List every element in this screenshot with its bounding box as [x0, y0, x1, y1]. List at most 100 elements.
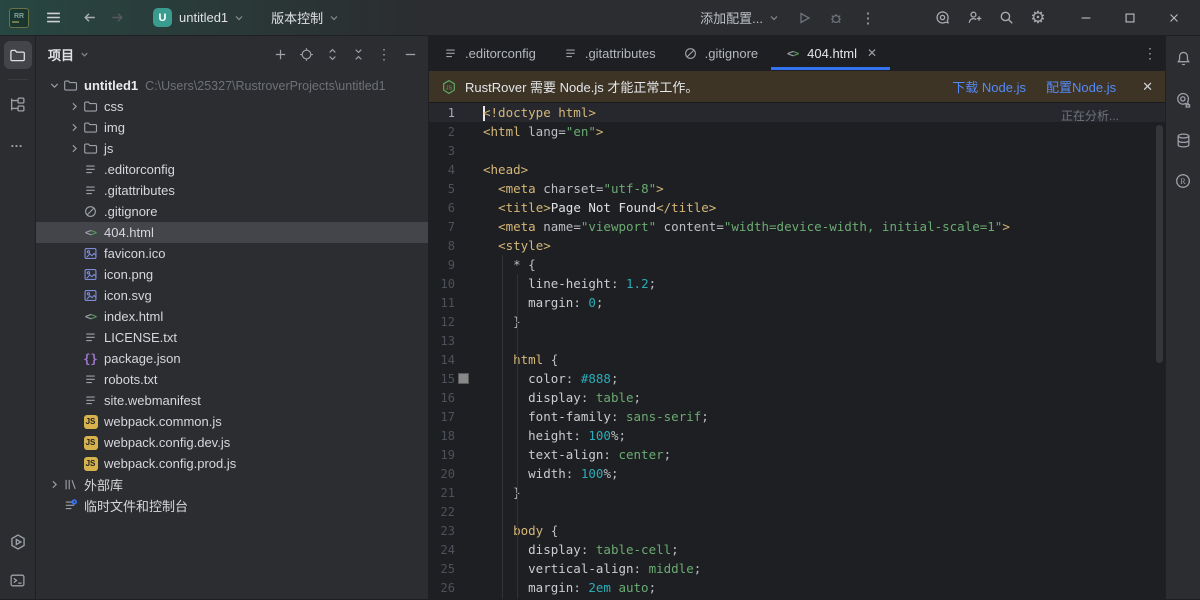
tree-item-index.html[interactable]: <>index.html [36, 306, 428, 327]
chevron-down-icon[interactable] [46, 79, 62, 92]
close-icon[interactable] [1154, 3, 1194, 33]
configure-nodejs-link[interactable]: 配置Node.js [1046, 77, 1116, 96]
tree-item-label: css [104, 99, 124, 114]
code-line-5[interactable]: 5 <meta charset="utf-8"> [429, 179, 1165, 198]
code-editor[interactable]: 1<!doctype html>2<html lang="en">34<head… [429, 103, 1165, 599]
rustrover-logo-icon[interactable]: RR [9, 8, 29, 28]
tree-item-webpack.common.js[interactable]: JSwebpack.common.js [36, 411, 428, 432]
code-line-25[interactable]: 25 vertical-align: middle; [429, 559, 1165, 578]
code-line-7[interactable]: 7 <meta name="viewport" content="width=d… [429, 217, 1165, 236]
code-line-13[interactable]: 13 [429, 331, 1165, 350]
tab-list-more-icon[interactable]: ⋮ [1135, 36, 1165, 70]
tree-item-webpack.config.dev.js[interactable]: JSwebpack.config.dev.js [36, 432, 428, 453]
plus-icon[interactable] [268, 43, 292, 67]
editor-tab-.gitignore[interactable]: .gitignore [669, 36, 771, 70]
tree-item-临时文件和控制台[interactable]: 临时文件和控制台 [36, 495, 428, 516]
code-line-1[interactable]: 1<!doctype html> [429, 103, 1165, 122]
project-panel-title[interactable]: 项目 [48, 45, 74, 64]
code-line-12[interactable]: 12 } [429, 312, 1165, 331]
code-line-23[interactable]: 23 body { [429, 521, 1165, 540]
maximize-icon[interactable] [1110, 3, 1150, 33]
code-line-10[interactable]: 10 line-height: 1.2; [429, 274, 1165, 293]
main-menu-icon[interactable] [39, 4, 67, 32]
forward-icon[interactable] [103, 4, 131, 32]
collapse-all-icon[interactable] [346, 43, 370, 67]
code-line-18[interactable]: 18 height: 100%; [429, 426, 1165, 445]
tree-item-.editorconfig[interactable]: .editorconfig [36, 159, 428, 180]
more-actions-icon[interactable]: ⋮ [854, 4, 882, 32]
code-line-3[interactable]: 3 [429, 141, 1165, 160]
search-icon[interactable] [992, 4, 1020, 32]
expand-all-icon[interactable] [320, 43, 344, 67]
code-line-17[interactable]: 17 font-family: sans-serif; [429, 407, 1165, 426]
back-icon[interactable] [75, 4, 103, 32]
chevron-right-icon[interactable] [66, 121, 82, 134]
structure-icon[interactable] [4, 90, 32, 118]
code-line-15[interactable]: 15 color: #888; [429, 369, 1165, 388]
run-configuration-selector[interactable]: 添加配置... [694, 4, 786, 32]
code-line-24[interactable]: 24 display: table-cell; [429, 540, 1165, 559]
project-folder-icon[interactable] [4, 41, 32, 69]
tree-item-404.html[interactable]: <>404.html [36, 222, 428, 243]
database-icon[interactable] [1169, 126, 1197, 154]
vcs-widget[interactable]: 版本控制 [263, 4, 348, 32]
more-tool-windows-icon[interactable]: … [4, 128, 32, 156]
ai-assistant-icon[interactable] [928, 4, 956, 32]
tree-item-img[interactable]: img [36, 117, 428, 138]
tree-item-site.webmanifest[interactable]: site.webmanifest [36, 390, 428, 411]
code-line-4[interactable]: 4<head> [429, 160, 1165, 179]
hide-icon[interactable] [398, 43, 422, 67]
chevron-right-icon[interactable] [46, 478, 62, 491]
tree-item-icon.svg[interactable]: icon.svg [36, 285, 428, 306]
tree-item-favicon.ico[interactable]: favicon.ico [36, 243, 428, 264]
code-line-21[interactable]: 21 } [429, 483, 1165, 502]
code-line-9[interactable]: 9 * { [429, 255, 1165, 274]
tree-item-外部库[interactable]: 外部库 [36, 474, 428, 495]
code-line-11[interactable]: 11 margin: 0; [429, 293, 1165, 312]
tree-item-js[interactable]: js [36, 138, 428, 159]
tree-item-LICENSE.txt[interactable]: LICENSE.txt [36, 327, 428, 348]
tree-item-untitled1[interactable]: untitled1C:\Users\25327\RustroverProject… [36, 75, 428, 96]
debug-icon[interactable] [822, 4, 850, 32]
download-nodejs-link[interactable]: 下载 Node.js [952, 77, 1026, 96]
chevron-right-icon[interactable] [66, 100, 82, 113]
code-line-8[interactable]: 8 <style> [429, 236, 1165, 255]
locate-icon[interactable] [294, 43, 318, 67]
code-line-16[interactable]: 16 display: table; [429, 388, 1165, 407]
tree-item-label: js [104, 141, 113, 156]
run-icon[interactable] [790, 4, 818, 32]
services-icon[interactable] [4, 528, 32, 556]
editor-tab-404.html[interactable]: <>404.html✕ [771, 36, 890, 70]
code-line-14[interactable]: 14 html { [429, 350, 1165, 369]
editor-tab-.editorconfig[interactable]: .editorconfig [429, 36, 549, 70]
banner-close-icon[interactable]: ✕ [1142, 79, 1153, 95]
options-icon[interactable]: ⋮ [372, 43, 396, 67]
chevron-right-icon[interactable] [66, 142, 82, 155]
terminal-icon[interactable] [4, 566, 32, 594]
cargo-icon[interactable]: R [1169, 167, 1197, 195]
add-user-icon[interactable] [960, 4, 988, 32]
code-line-19[interactable]: 19 text-align: center; [429, 445, 1165, 464]
settings-gear-icon[interactable]: ⚙ [1024, 4, 1052, 32]
tree-item-package.json[interactable]: {}package.json [36, 348, 428, 369]
tree-item-css[interactable]: css [36, 96, 428, 117]
tree-item-.gitattributes[interactable]: .gitattributes [36, 180, 428, 201]
code-line-22[interactable]: 22 [429, 502, 1165, 521]
code-line-20[interactable]: 20 width: 100%; [429, 464, 1165, 483]
code-line-26[interactable]: 26 margin: 2em auto; [429, 578, 1165, 597]
tree-item-webpack.config.prod.js[interactable]: JSwebpack.config.prod.js [36, 453, 428, 474]
tab-close-icon[interactable]: ✕ [867, 46, 877, 60]
tree-item-robots.txt[interactable]: robots.txt [36, 369, 428, 390]
editor-scrollbar[interactable] [1156, 125, 1163, 363]
chevron-down-icon [768, 12, 780, 24]
editor-tab-.gitattributes[interactable]: .gitattributes [549, 36, 669, 70]
notifications-bell-icon[interactable] [1169, 44, 1197, 72]
tree-item-.gitignore[interactable]: .gitignore [36, 201, 428, 222]
color-preview-swatch[interactable] [455, 374, 471, 383]
minimize-icon[interactable] [1066, 3, 1106, 33]
code-line-6[interactable]: 6 <title>Page Not Found</title> [429, 198, 1165, 217]
project-widget[interactable]: U untitled1 [145, 4, 253, 32]
ai-assistant-icon[interactable] [1169, 85, 1197, 113]
tree-item-icon.png[interactable]: icon.png [36, 264, 428, 285]
code-line-2[interactable]: 2<html lang="en"> [429, 122, 1165, 141]
